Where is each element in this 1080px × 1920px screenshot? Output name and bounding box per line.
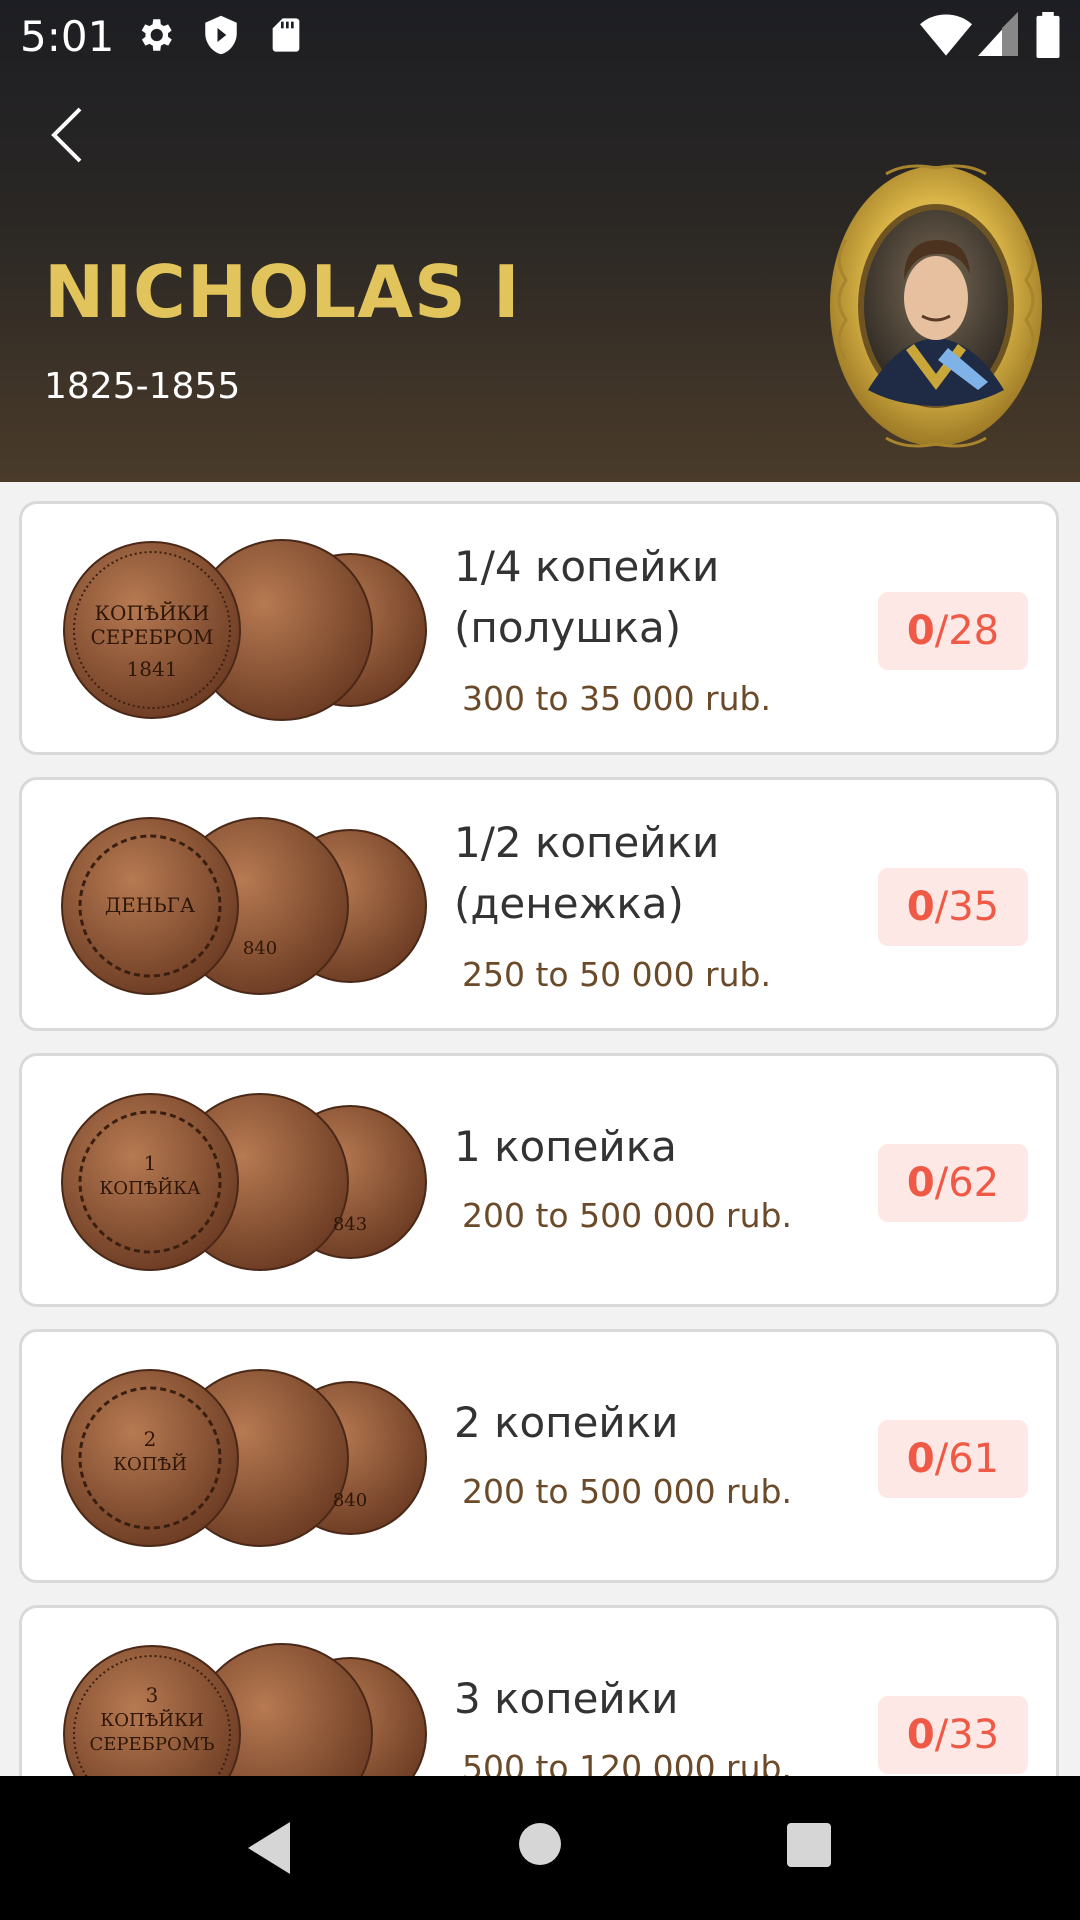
svg-text:КОПѢЙ: КОПѢЙ (113, 1452, 187, 1475)
coin-price: 500 to 120 000 rub. (462, 1748, 792, 1776)
svg-text:1841: 1841 (127, 657, 178, 681)
owned-count: 0 (906, 1160, 935, 1206)
coin-image: 1 КОПѢЙКА 843 (61, 1093, 427, 1271)
coin-name-line2: (денежка) (454, 879, 684, 928)
reign-years: 1825-1855 (44, 366, 241, 407)
system-nav-bar (0, 1776, 1080, 1920)
svg-text:3: 3 (146, 1683, 159, 1707)
coin-list[interactable]: КОПѢЙКИ СЕРЕБРОМ 1841 1/4 копейки (полуш… (0, 482, 1080, 1776)
recents-square-icon[interactable] (786, 1822, 832, 1868)
coin-name: 1/4 копейки (полушка) (454, 536, 884, 658)
portrait-image (830, 164, 1042, 448)
svg-text:КОПѢЙКА: КОПѢЙКА (99, 1176, 201, 1199)
svg-text:843: 843 (333, 1214, 367, 1235)
collection-count-badge: 0/33 (878, 1696, 1028, 1774)
list-item[interactable]: 2 КОПѢЙ 840 2 копейки 200 to 500 000 rub… (19, 1329, 1059, 1583)
status-time: 5:01 (20, 12, 115, 61)
signal-icon (978, 12, 1018, 56)
shield-icon (205, 15, 237, 55)
coin-name: 3 копейки (454, 1668, 884, 1729)
header: 5:01 NICHOLAS I 1825-1855 (0, 0, 1080, 482)
coin-name-line1: 3 копейки (454, 1674, 679, 1723)
collection-count-badge: 0/28 (878, 592, 1028, 670)
coin-name-line1: 1/2 копейки (454, 818, 720, 867)
list-item[interactable]: КОПѢЙКИ СЕРЕБРОМ 1841 1/4 копейки (полуш… (19, 501, 1059, 755)
coin-price: 300 to 35 000 rub. (462, 679, 771, 718)
total-count: /28 (934, 608, 1000, 654)
collection-count-badge: 0/61 (878, 1420, 1028, 1498)
svg-text:ДЕНЬГА: ДЕНЬГА (105, 893, 195, 917)
coin-name-line2: (полушка) (454, 603, 682, 652)
svg-text:2: 2 (144, 1427, 157, 1451)
list-item[interactable]: 1 КОПѢЙКА 843 1 копейка 200 to 500 000 r… (19, 1053, 1059, 1307)
page-title: NICHOLAS I (44, 250, 521, 334)
svg-text:СЕРЕБРОМЪ: СЕРЕБРОМЪ (90, 1734, 215, 1755)
back-button[interactable] (36, 100, 96, 170)
coin-price: 200 to 500 000 rub. (462, 1196, 792, 1235)
coin-name: 1/2 копейки (денежка) (454, 812, 884, 934)
owned-count: 0 (906, 608, 935, 654)
sd-card-icon (272, 18, 300, 52)
coin-name: 1 копейка (454, 1116, 884, 1177)
coin-price: 200 to 500 000 rub. (462, 1472, 792, 1511)
collection-count-badge: 0/35 (878, 868, 1028, 946)
home-circle-icon[interactable] (518, 1822, 562, 1866)
svg-text:1: 1 (144, 1151, 157, 1175)
coin-image: 3 КОПѢЙКИ СЕРЕБРОМЪ (63, 1643, 427, 1776)
list-item[interactable]: 3 КОПѢЙКИ СЕРЕБРОМЪ 3 копейки 500 to 120… (19, 1605, 1059, 1776)
coin-image: ДЕНЬГА 840 (61, 817, 427, 995)
collection-count-badge: 0/62 (878, 1144, 1028, 1222)
owned-count: 0 (906, 1436, 935, 1482)
battery-icon (1036, 12, 1060, 58)
svg-text:КОПѢЙКИ: КОПѢЙКИ (100, 1708, 203, 1731)
total-count: /33 (934, 1712, 1000, 1758)
coin-image: 2 КОПѢЙ 840 (61, 1369, 427, 1547)
svg-text:840: 840 (333, 1490, 367, 1511)
coin-image: КОПѢЙКИ СЕРЕБРОМ 1841 (63, 539, 427, 721)
svg-text:СЕРЕБРОМ: СЕРЕБРОМ (91, 625, 214, 649)
coin-name: 2 копейки (454, 1392, 884, 1453)
total-count: /62 (934, 1160, 1000, 1206)
gear-icon (141, 19, 172, 51)
coin-price: 250 to 50 000 rub. (462, 955, 771, 994)
wifi-icon (920, 14, 972, 56)
back-chevron-icon (51, 107, 82, 163)
total-count: /61 (934, 1436, 1000, 1482)
status-bar: 5:01 (0, 0, 1080, 70)
coin-name-line1: 2 копейки (454, 1398, 679, 1447)
coin-name-line1: 1 копейка (454, 1122, 677, 1171)
svg-text:КОПѢЙКИ: КОПѢЙКИ (95, 600, 210, 625)
total-count: /35 (934, 884, 1000, 930)
list-item[interactable]: ДЕНЬГА 840 1/2 копейки (денежка) 250 to … (19, 777, 1059, 1031)
coin-name-line1: 1/4 копейки (454, 542, 720, 591)
owned-count: 0 (906, 1712, 935, 1758)
svg-text:840: 840 (243, 938, 277, 959)
back-triangle-icon[interactable] (244, 1820, 294, 1876)
owned-count: 0 (906, 884, 935, 930)
